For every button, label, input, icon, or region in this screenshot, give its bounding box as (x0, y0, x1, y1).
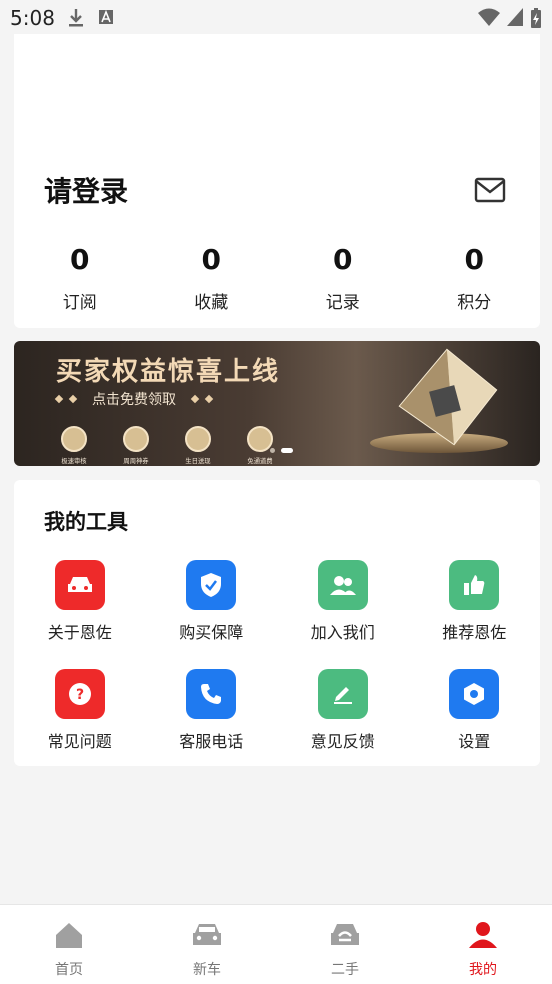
diamond-icon (190, 394, 200, 404)
status-bar: 5:08 (0, 0, 552, 34)
text-a-icon (99, 9, 113, 24)
tool-about[interactable]: 关于恩佐 (14, 560, 146, 643)
stat-value: 0 (464, 243, 484, 276)
tool-label: 推荐恩佐 (442, 623, 507, 642)
tool-settings[interactable]: 设置 (409, 669, 541, 752)
login-title[interactable]: 请登录 (44, 170, 128, 210)
tab-home[interactable]: 首页 (0, 905, 138, 984)
tab-label: 我的 (469, 962, 497, 978)
stat-label: 收藏 (194, 293, 229, 313)
tab-new-car[interactable]: 新车 (138, 905, 276, 984)
pen-icon (317, 669, 368, 719)
perk-item: 免通道费 (240, 426, 280, 466)
thumbs-up-icon (449, 560, 500, 610)
banner-subtitle-row: 点击免费领取 (54, 389, 214, 409)
tools-grid: 关于恩佐 购买保障 加入我们 推荐恩佐 ? 常见问题 客服电话 意见反馈 设置 (14, 560, 540, 752)
bottom-tab-bar: 首页 新车 二手 我的 (0, 904, 552, 984)
carousel-dots[interactable] (270, 448, 293, 453)
stat-value: 0 (333, 243, 353, 276)
mail-icon[interactable] (474, 177, 506, 203)
stat-value: 0 (70, 243, 90, 276)
tab-label: 首页 (55, 962, 83, 978)
tools-card: 我的工具 关于恩佐 购买保障 加入我们 推荐恩佐 ? 常见问题 客服电话 意见反… (14, 480, 540, 766)
download-icon (69, 9, 83, 27)
car-icon (193, 924, 221, 945)
users-icon (317, 560, 368, 610)
tool-recommend[interactable]: 推荐恩佐 (409, 560, 541, 643)
wifi-icon (478, 8, 500, 26)
phone-icon (186, 669, 237, 719)
stat-label: 订阅 (62, 293, 97, 313)
tool-label: 常见问题 (47, 732, 112, 751)
stats-row: 0 订阅 0 收藏 0 记录 0 积分 (14, 243, 541, 314)
tool-feedback[interactable]: 意见反馈 (277, 669, 409, 752)
tab-used-car[interactable]: 二手 (276, 905, 414, 984)
banner-title: 买家权益惊喜上线 (56, 357, 281, 387)
tab-label: 二手 (331, 962, 359, 978)
stat-label: 积分 (457, 293, 492, 313)
perk-item: 周周神券 (116, 426, 156, 466)
perk-icon (123, 426, 149, 452)
diamond-icon (54, 394, 64, 404)
tool-label: 客服电话 (179, 732, 244, 751)
tool-purchase-guarantee[interactable]: 购买保障 (146, 560, 278, 643)
shield-check-icon (186, 560, 237, 610)
hexagon-settings-icon (449, 669, 500, 719)
tool-label: 关于恩佐 (47, 623, 112, 642)
question-icon: ? (54, 669, 105, 719)
used-car-icon (331, 924, 359, 945)
tool-customer-service[interactable]: 客服电话 (146, 669, 278, 752)
tool-label: 意见反馈 (310, 732, 375, 751)
tool-label: 设置 (458, 732, 491, 751)
tool-faq[interactable]: ? 常见问题 (14, 669, 146, 752)
status-time: 5:08 (10, 6, 55, 30)
tool-join-us[interactable]: 加入我们 (277, 560, 409, 643)
tool-label: 加入我们 (310, 623, 375, 642)
diamond-icon (204, 394, 214, 404)
tool-label: 购买保障 (179, 623, 244, 642)
perk-label: 免通道费 (247, 457, 273, 465)
banner-subtitle: 点击免费领取 (92, 392, 176, 408)
perk-icon (61, 426, 87, 452)
signal-icon (507, 8, 523, 26)
promo-banner[interactable]: 买家权益惊喜上线 点击免费领取 极速审核 周周神券 生日送现 免通道费 (14, 341, 540, 466)
home-icon (56, 923, 82, 948)
profile-card: 请登录 0 订阅 0 收藏 0 记录 0 积分 (14, 34, 540, 328)
stat-value: 0 (201, 243, 221, 276)
tab-label: 新车 (193, 962, 221, 978)
car-icon (54, 560, 105, 610)
banner-perks: 极速审核 周周神券 生日送现 免通道费 (54, 426, 280, 466)
user-icon (469, 922, 497, 948)
perk-label: 生日送现 (185, 457, 211, 465)
stat-points[interactable]: 0 积分 (409, 243, 541, 314)
carousel-dot[interactable] (270, 448, 275, 453)
perk-icon (185, 426, 211, 452)
perk-label: 极速审核 (61, 457, 87, 465)
crystal-cube-icon (398, 348, 498, 446)
perk-label: 周周神券 (123, 457, 149, 465)
diamond-icon (68, 394, 78, 404)
stat-favorites[interactable]: 0 收藏 (146, 243, 278, 314)
battery-icon (531, 8, 541, 28)
tab-mine[interactable]: 我的 (414, 905, 552, 984)
stat-history[interactable]: 0 记录 (277, 243, 409, 314)
stat-label: 记录 (325, 293, 360, 313)
perk-item: 生日送现 (178, 426, 218, 466)
stat-subscriptions[interactable]: 0 订阅 (14, 243, 146, 314)
carousel-dot-active[interactable] (281, 448, 293, 453)
perk-item: 极速审核 (54, 426, 94, 466)
tools-title: 我的工具 (44, 510, 128, 534)
svg-text:?: ? (76, 687, 84, 703)
